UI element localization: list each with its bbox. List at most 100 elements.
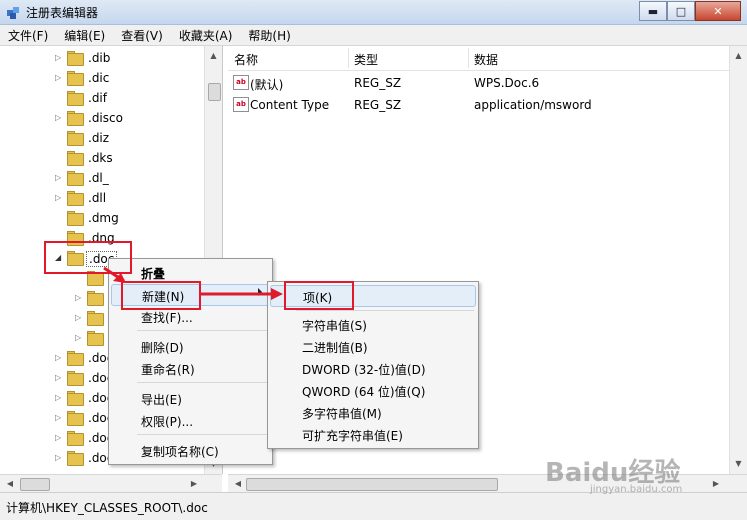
string-value-icon: ab — [233, 97, 249, 112]
tree-node[interactable]: ▷ .dl_ — [0, 168, 205, 188]
tree-node-label: .dib — [88, 51, 111, 65]
folder-icon — [67, 91, 84, 106]
tree-node[interactable]: ▷ .dic — [0, 68, 205, 88]
scroll-down-icon[interactable]: ▼ — [730, 456, 747, 472]
expand-arrow-icon[interactable]: ▷ — [75, 293, 81, 302]
expand-arrow-icon[interactable]: ▷ — [75, 333, 81, 342]
tree-horizontal-scrollbar[interactable]: ◀ ▶ — [0, 474, 222, 492]
expand-arrow-icon[interactable]: ▷ — [55, 173, 61, 182]
folder-icon — [67, 411, 84, 426]
tree-node-label: .dif — [88, 91, 107, 105]
menu-item-collapse[interactable]: 折叠 — [109, 262, 272, 282]
menu-item-export[interactable]: 导出(E) — [109, 388, 272, 408]
expand-arrow-icon[interactable]: ▷ — [55, 73, 61, 82]
menu-separator — [137, 382, 269, 383]
menu-help[interactable]: 帮助(H) — [240, 25, 298, 45]
list-row[interactable]: ab (默认) REG_SZ WPS.Doc.6 — [228, 72, 747, 94]
tree-node-label: .dks — [88, 151, 113, 165]
menu-item-delete[interactable]: 删除(D) — [109, 336, 272, 356]
value-name: Content Type — [250, 98, 330, 112]
tree-node[interactable]: .diz — [0, 128, 205, 148]
menu-item-multi-string-value[interactable]: 多字符串值(M) — [268, 402, 478, 422]
menu-item-string-value[interactable]: 字符串值(S) — [268, 314, 478, 334]
folder-icon — [67, 351, 84, 366]
menu-edit[interactable]: 编辑(E) — [56, 25, 113, 45]
tree-node-label: .dic — [88, 71, 110, 85]
menu-item-permissions[interactable]: 权限(P)... — [109, 410, 272, 430]
folder-icon — [67, 391, 84, 406]
tree-node-label: .dll — [88, 191, 107, 205]
tree-node[interactable]: ▷ .dib — [0, 48, 205, 68]
folder-icon — [67, 451, 84, 466]
list-row[interactable]: ab Content Type REG_SZ application/mswor… — [228, 94, 747, 116]
expand-arrow-icon[interactable]: ▷ — [75, 313, 81, 322]
menu-item-dword-value[interactable]: DWORD (32-位)值(D) — [268, 358, 478, 378]
menu-view[interactable]: 查看(V) — [113, 25, 171, 45]
scroll-up-icon[interactable]: ▲ — [730, 48, 747, 64]
menu-item-expandable-string-value[interactable]: 可扩充字符串值(E) — [268, 424, 478, 444]
column-header-type[interactable]: 类型 — [354, 51, 378, 68]
column-header-name[interactable]: 名称 — [234, 51, 258, 68]
tree-node[interactable]: .dks — [0, 148, 205, 168]
scroll-right-icon[interactable]: ▶ — [186, 475, 202, 492]
expand-arrow-icon[interactable]: ▷ — [55, 53, 61, 62]
tree-node[interactable]: ▷ .disco — [0, 108, 205, 128]
folder-icon — [67, 151, 84, 166]
column-header-data[interactable]: 数据 — [474, 51, 498, 68]
scroll-thumb[interactable] — [246, 478, 498, 491]
scroll-thumb[interactable] — [20, 478, 50, 491]
tree-node[interactable]: .dif — [0, 88, 205, 108]
highlight-box-key — [284, 281, 354, 310]
menu-item-binary-value[interactable]: 二进制值(B) — [268, 336, 478, 356]
list-vertical-scrollbar[interactable]: ▲ ▼ — [729, 46, 747, 474]
menu-separator — [296, 310, 474, 311]
scroll-up-icon[interactable]: ▲ — [205, 48, 222, 64]
expand-arrow-icon[interactable]: ▷ — [55, 393, 61, 402]
folder-icon — [67, 431, 84, 446]
menu-item-copy-key-name[interactable]: 复制项名称(C) — [109, 440, 272, 460]
expand-arrow-icon[interactable]: ▷ — [55, 453, 61, 462]
list-header: 名称 类型 数据 — [228, 46, 747, 71]
folder-icon — [67, 71, 84, 86]
menu-item-qword-value[interactable]: QWORD (64 位)值(Q) — [268, 380, 478, 400]
minimize-button[interactable]: ▬ — [639, 1, 667, 21]
scroll-right-icon[interactable]: ▶ — [708, 475, 724, 492]
submenu-arrow-icon — [258, 288, 262, 296]
tree-node[interactable]: ▷ .dll — [0, 188, 205, 208]
scroll-left-icon[interactable]: ◀ — [2, 475, 18, 492]
menu-separator — [137, 434, 269, 435]
menu-item-rename[interactable]: 重命名(R) — [109, 358, 272, 378]
menu-favorites[interactable]: 收藏夹(A) — [171, 25, 241, 45]
folder-icon — [67, 211, 84, 226]
registry-editor-icon — [7, 7, 19, 19]
window-title: 注册表编辑器 — [26, 6, 99, 20]
string-value-icon: ab — [233, 75, 249, 90]
tree-node-label: .diz — [88, 131, 110, 145]
expand-arrow-icon[interactable]: ▷ — [55, 413, 61, 422]
column-divider[interactable] — [468, 48, 469, 68]
column-divider[interactable] — [348, 48, 349, 68]
scroll-thumb[interactable] — [208, 83, 221, 101]
highlight-box-new — [121, 281, 201, 310]
expand-arrow-icon[interactable]: ▷ — [55, 353, 61, 362]
expand-arrow-icon[interactable]: ▷ — [55, 113, 61, 122]
status-path: 计算机\HKEY_CLASSES_ROOT\.doc — [6, 501, 208, 515]
expand-arrow-icon[interactable]: ▷ — [55, 193, 61, 202]
maximize-button[interactable]: □ — [667, 1, 695, 21]
menu-separator — [137, 330, 269, 331]
value-name: (默认) — [250, 78, 284, 92]
expand-arrow-icon[interactable]: ▷ — [55, 433, 61, 442]
tree-node[interactable]: .dmg — [0, 208, 205, 228]
folder-icon — [67, 191, 84, 206]
folder-icon — [67, 171, 84, 186]
value-type: REG_SZ — [354, 98, 402, 112]
menu-file[interactable]: 文件(F) — [0, 25, 56, 45]
scroll-left-icon[interactable]: ◀ — [230, 475, 246, 492]
close-button[interactable]: ✕ — [695, 1, 741, 21]
tree-node-label: .dmg — [88, 211, 119, 225]
status-bar: 计算机\HKEY_CLASSES_ROOT\.doc — [0, 492, 747, 520]
expand-arrow-icon[interactable]: ▷ — [55, 373, 61, 382]
folder-icon — [67, 111, 84, 126]
folder-icon — [87, 311, 104, 326]
baidu-watermark-url: jingyan.baidu.com — [590, 484, 683, 495]
